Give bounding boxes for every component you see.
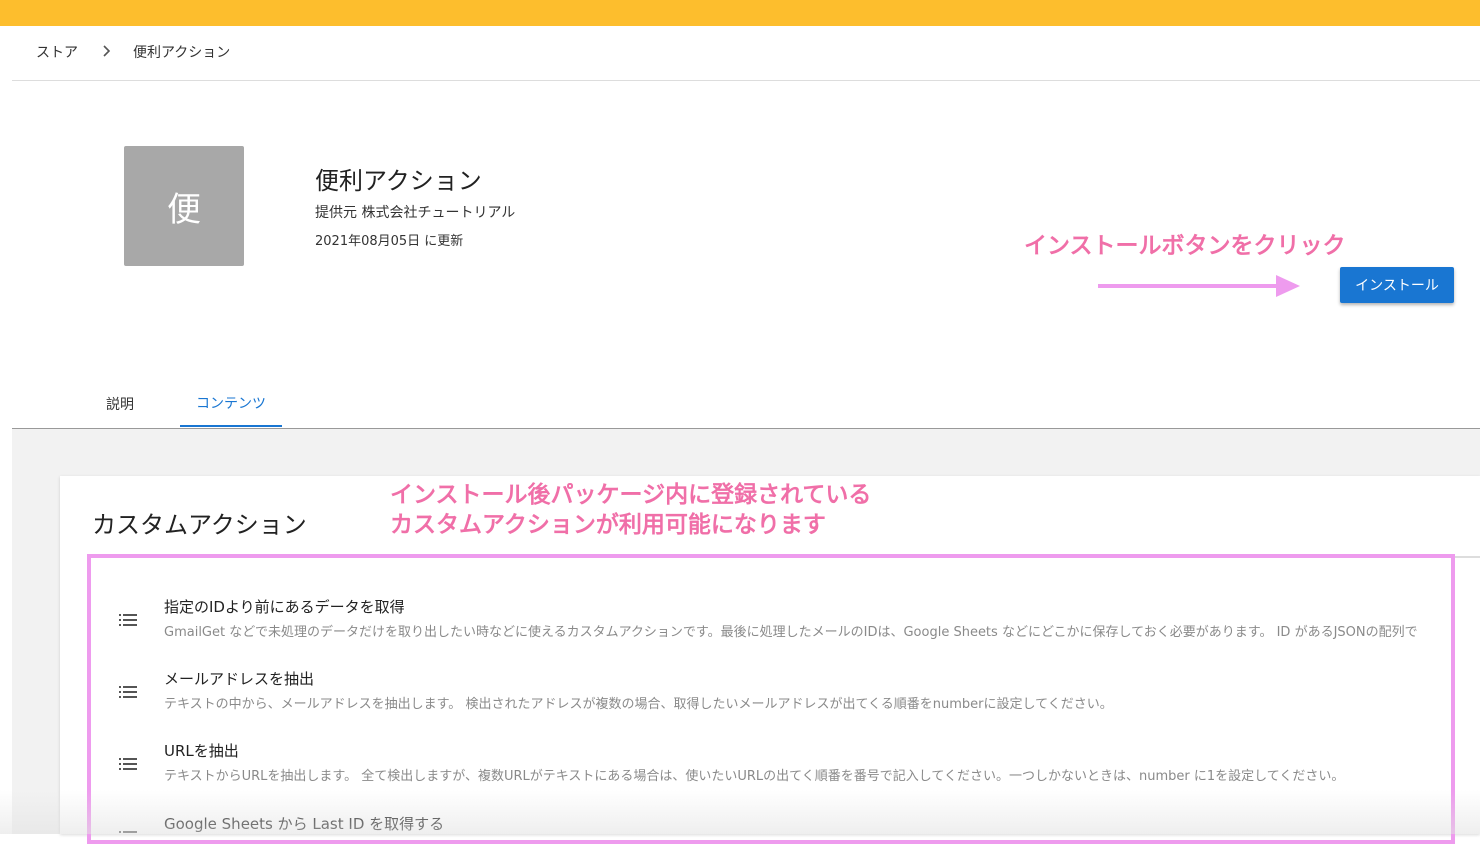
divider: [1450, 556, 1480, 558]
action-description: テキストの中から、メールアドレスを抽出します。 検出されたアドレスが複数の場合、…: [164, 697, 1113, 712]
section-title: カスタムアクション: [92, 511, 307, 539]
annotation-custom-line1: インストール後パッケージ内に登録されている: [390, 482, 872, 508]
action-description: GmailGet などで未処理のデータだけを取り出したい時などに使えるカスタムア…: [164, 625, 1418, 640]
annotation-install-hint: インストールボタンをクリック: [1024, 233, 1346, 259]
annotation-custom-line2: カスタムアクションが利用可能になります: [390, 512, 826, 538]
install-button[interactable]: インストール: [1340, 267, 1454, 303]
list-item[interactable]: Google Sheets から Last ID を取得する: [100, 813, 1480, 834]
action-title: URLを抽出: [164, 742, 239, 760]
list-item[interactable]: URLを抽出 テキストからURLを抽出します。 全て検出しますが、複数URLがテ…: [100, 740, 1480, 810]
list-icon: [119, 686, 137, 698]
annotation-custom-actions: インストール後パッケージ内に登録されている カスタムアクションが利用可能になりま…: [390, 480, 871, 540]
top-app-bar: [0, 0, 1480, 26]
list-icon: [119, 758, 137, 770]
tab-contents[interactable]: コンテンツ: [180, 380, 282, 427]
breadcrumb-current: 便利アクション: [133, 45, 231, 61]
app-updated-date: 2021年08月05日 に更新: [315, 234, 464, 249]
action-title: Google Sheets から Last ID を取得する: [164, 815, 445, 833]
tab-bar: 説明 コンテンツ: [12, 380, 1480, 429]
app-icon: 便: [124, 146, 244, 266]
app-title: 便利アクション: [315, 167, 482, 195]
list-item[interactable]: 指定のIDより前にあるデータを取得 GmailGet などで未処理のデータだけを…: [100, 596, 1480, 666]
action-title: 指定のIDより前にあるデータを取得: [164, 598, 405, 616]
breadcrumb: ストア 便利アクション: [12, 26, 1480, 81]
annotation-arrow-icon: [1098, 275, 1300, 297]
list-icon: [119, 614, 137, 626]
app-provider: 提供元 株式会社チュートリアル: [315, 205, 516, 221]
tab-description[interactable]: 説明: [84, 380, 156, 427]
chevron-right-icon: [103, 45, 111, 57]
action-title: メールアドレスを抽出: [164, 670, 315, 688]
action-description: テキストからURLを抽出します。 全て検出しますが、複数URLがテキストにある場…: [164, 769, 1345, 784]
breadcrumb-store-link[interactable]: ストア: [36, 42, 78, 62]
list-item[interactable]: メールアドレスを抽出 テキストの中から、メールアドレスを抽出します。 検出された…: [100, 668, 1480, 738]
